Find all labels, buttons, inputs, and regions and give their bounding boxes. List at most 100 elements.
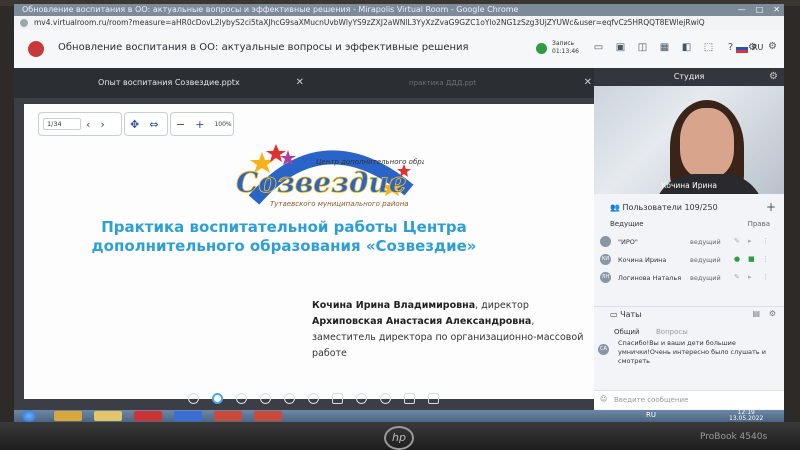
users-label-text: Пользователи [622,203,682,212]
hosts-label: Ведущие [610,220,644,228]
annotation-toolbar [188,388,439,408]
zoom-in-button[interactable]: + [190,118,209,131]
minimize-icon[interactable]: — [738,4,746,16]
mic-icon[interactable]: ✎ [734,273,741,281]
record-label: Запись [552,40,575,47]
chat-icon[interactable]: ▭ [592,42,605,54]
chat-input-placeholder: Введите сообщение [614,396,689,404]
settings-icon[interactable] [188,392,199,404]
word-taskbar-icon[interactable] [174,411,202,421]
record-time: 01:13:46 [552,48,579,55]
address-bar[interactable]: mv4.virtualroom.ru/room?measure=aHR0cDov… [14,16,784,30]
pointer-icon[interactable] [212,392,223,404]
lock-icon [20,19,28,27]
tab-general[interactable]: Общий [614,328,640,336]
chrome-taskbar-icon[interactable] [54,411,82,421]
speaker-name: Кочина Ирина [661,181,717,190]
user-row[interactable]: КИ Кочина Ирина ведущий ● ■ ⋮ [594,252,784,268]
event-title: Обновление воспитания в ОО: актуальные в… [58,42,469,53]
chat-input[interactable]: ☺ Введите сообщение [594,390,784,409]
move-icon[interactable] [260,392,271,404]
opera-taskbar-icon[interactable] [134,411,162,421]
mic-icon[interactable]: ● [734,255,741,263]
camera-icon[interactable]: ■ [748,255,755,263]
app-header: Обновление воспитания в ОО: актуальные в… [14,30,784,69]
app-taskbar-icon-2[interactable] [254,411,282,421]
tab-presentation-inactive[interactable]: практика ДДД.ppt ✕ [384,72,592,94]
rectangle-icon[interactable] [332,392,343,404]
camera-icon[interactable]: ▸ [748,273,755,281]
comment-icon[interactable]: ◫ [636,42,649,54]
logo-text-bottom: Тутаевского муниципального района [270,200,409,208]
slide-authors: Кочина Ирина Владимировна, директор Архи… [312,298,592,362]
logo-text-top: Центр дополнительного образования [316,158,424,166]
close-tab-icon[interactable]: ✕ [296,72,304,94]
chat-settings-icon[interactable]: ⚙ [769,309,776,318]
zoom-out-button[interactable]: − [171,118,190,131]
avatar: КИ [600,254,611,265]
app-taskbar-icon[interactable] [214,411,242,421]
user-role: ведущий [690,274,721,282]
copy-icon[interactable] [404,392,415,404]
chat-list-icon[interactable]: ▤ [752,309,760,318]
mic-icon[interactable]: ✎ [734,237,741,245]
screen: Обновление воспитания в ОО: актуальные в… [14,4,784,422]
eraser-icon[interactable] [380,392,391,404]
avatar [600,236,611,247]
camera-icon[interactable]: ▸ [748,237,755,245]
chat-tabs: Общий Вопросы [594,326,784,340]
close-window-icon[interactable]: ✕ [773,4,780,16]
sozvezdie-logo: Центр дополнительного образования Созвез… [224,130,456,212]
more-icon[interactable]: ⋮ [762,237,769,245]
url-text[interactable]: mv4.virtualroom.ru/room?measure=aHR0cDov… [34,18,705,27]
slide: 1/34 ‹ › ✥ ⇔ − + 100% Центр дополнительн… [24,104,594,399]
clock[interactable]: 12:19 13.05.2022 [729,410,763,422]
chats-label: ▭ Чаты [610,310,642,319]
language-selector[interactable]: RU [752,43,763,52]
grid-icon[interactable]: ▦ [658,42,671,54]
ellipse-icon[interactable] [356,392,367,404]
user-role: ведущий [690,238,721,246]
author-2-name: Архиповская Анастасия Александровна [312,316,532,327]
share-icon[interactable]: ⬚ [702,42,715,54]
fit-icon[interactable]: ✥ [125,118,144,131]
tray-language[interactable]: RU [646,411,656,419]
laser-icon[interactable] [236,392,247,404]
more-icon[interactable]: ⚙ [768,41,777,52]
page-navigator: 1/34 ‹ › [38,112,122,136]
split-icon[interactable]: ⇔ [144,118,163,131]
page-number-field[interactable]: 1/34 [43,118,81,130]
record-icon[interactable] [536,43,547,54]
monitor-icon[interactable]: ▣ [614,42,627,54]
next-slide-button[interactable]: › [95,118,109,131]
user-row[interactable]: ЛН Логинова Наталья ведущий ✎ ▸ ⋮ [594,270,784,286]
layers-icon[interactable]: ◧ [680,42,693,54]
tab-label: Опыт воспитания Созвездие.pptx [98,78,240,87]
close-tab-icon[interactable]: ✕ [584,72,592,94]
more-icon[interactable]: ⋮ [762,255,769,263]
russian-flag-icon [736,44,748,53]
tab-presentation-active[interactable]: Опыт воспитания Созвездие.pptx ✕ [84,72,304,94]
prev-slide-button[interactable]: ‹ [81,118,95,131]
emoji-icon[interactable]: ☺ [600,395,607,403]
explorer-taskbar-icon[interactable] [94,411,122,421]
studio-header: Студия ⚙ [594,68,784,86]
header-toolbar: ▭ ▣ ◫ ▦ ◧ ⬚ ? ⚙ [592,42,759,54]
author-2: Архиповская Анастасия Александровна, зам… [312,314,592,362]
start-button[interactable] [22,410,36,422]
chats-header: ▭ Чаты ▤ ⚙ [594,306,784,323]
users-header: 👥 Пользователи 109/250 + [594,200,784,216]
pen-icon[interactable] [284,392,295,404]
studio-settings-icon[interactable]: ⚙ [769,68,778,86]
text-icon[interactable] [428,392,439,404]
more-icon[interactable]: ⋮ [762,273,769,281]
tab-questions[interactable]: Вопросы [656,328,688,336]
add-user-icon[interactable]: + [766,200,776,214]
view-controls: ✥ ⇔ [124,112,168,136]
right-sidebar: Студия ⚙ Кочина Ирина 👥 Пользователи 109… [594,68,784,410]
author-1-role: , директор [475,300,529,311]
user-row[interactable]: "ИРО" ведущий ✎ ▸ ⋮ [594,234,784,250]
studio-title: Студия [673,72,705,81]
maximize-icon[interactable]: □ [756,4,764,16]
line-icon[interactable] [308,392,319,404]
